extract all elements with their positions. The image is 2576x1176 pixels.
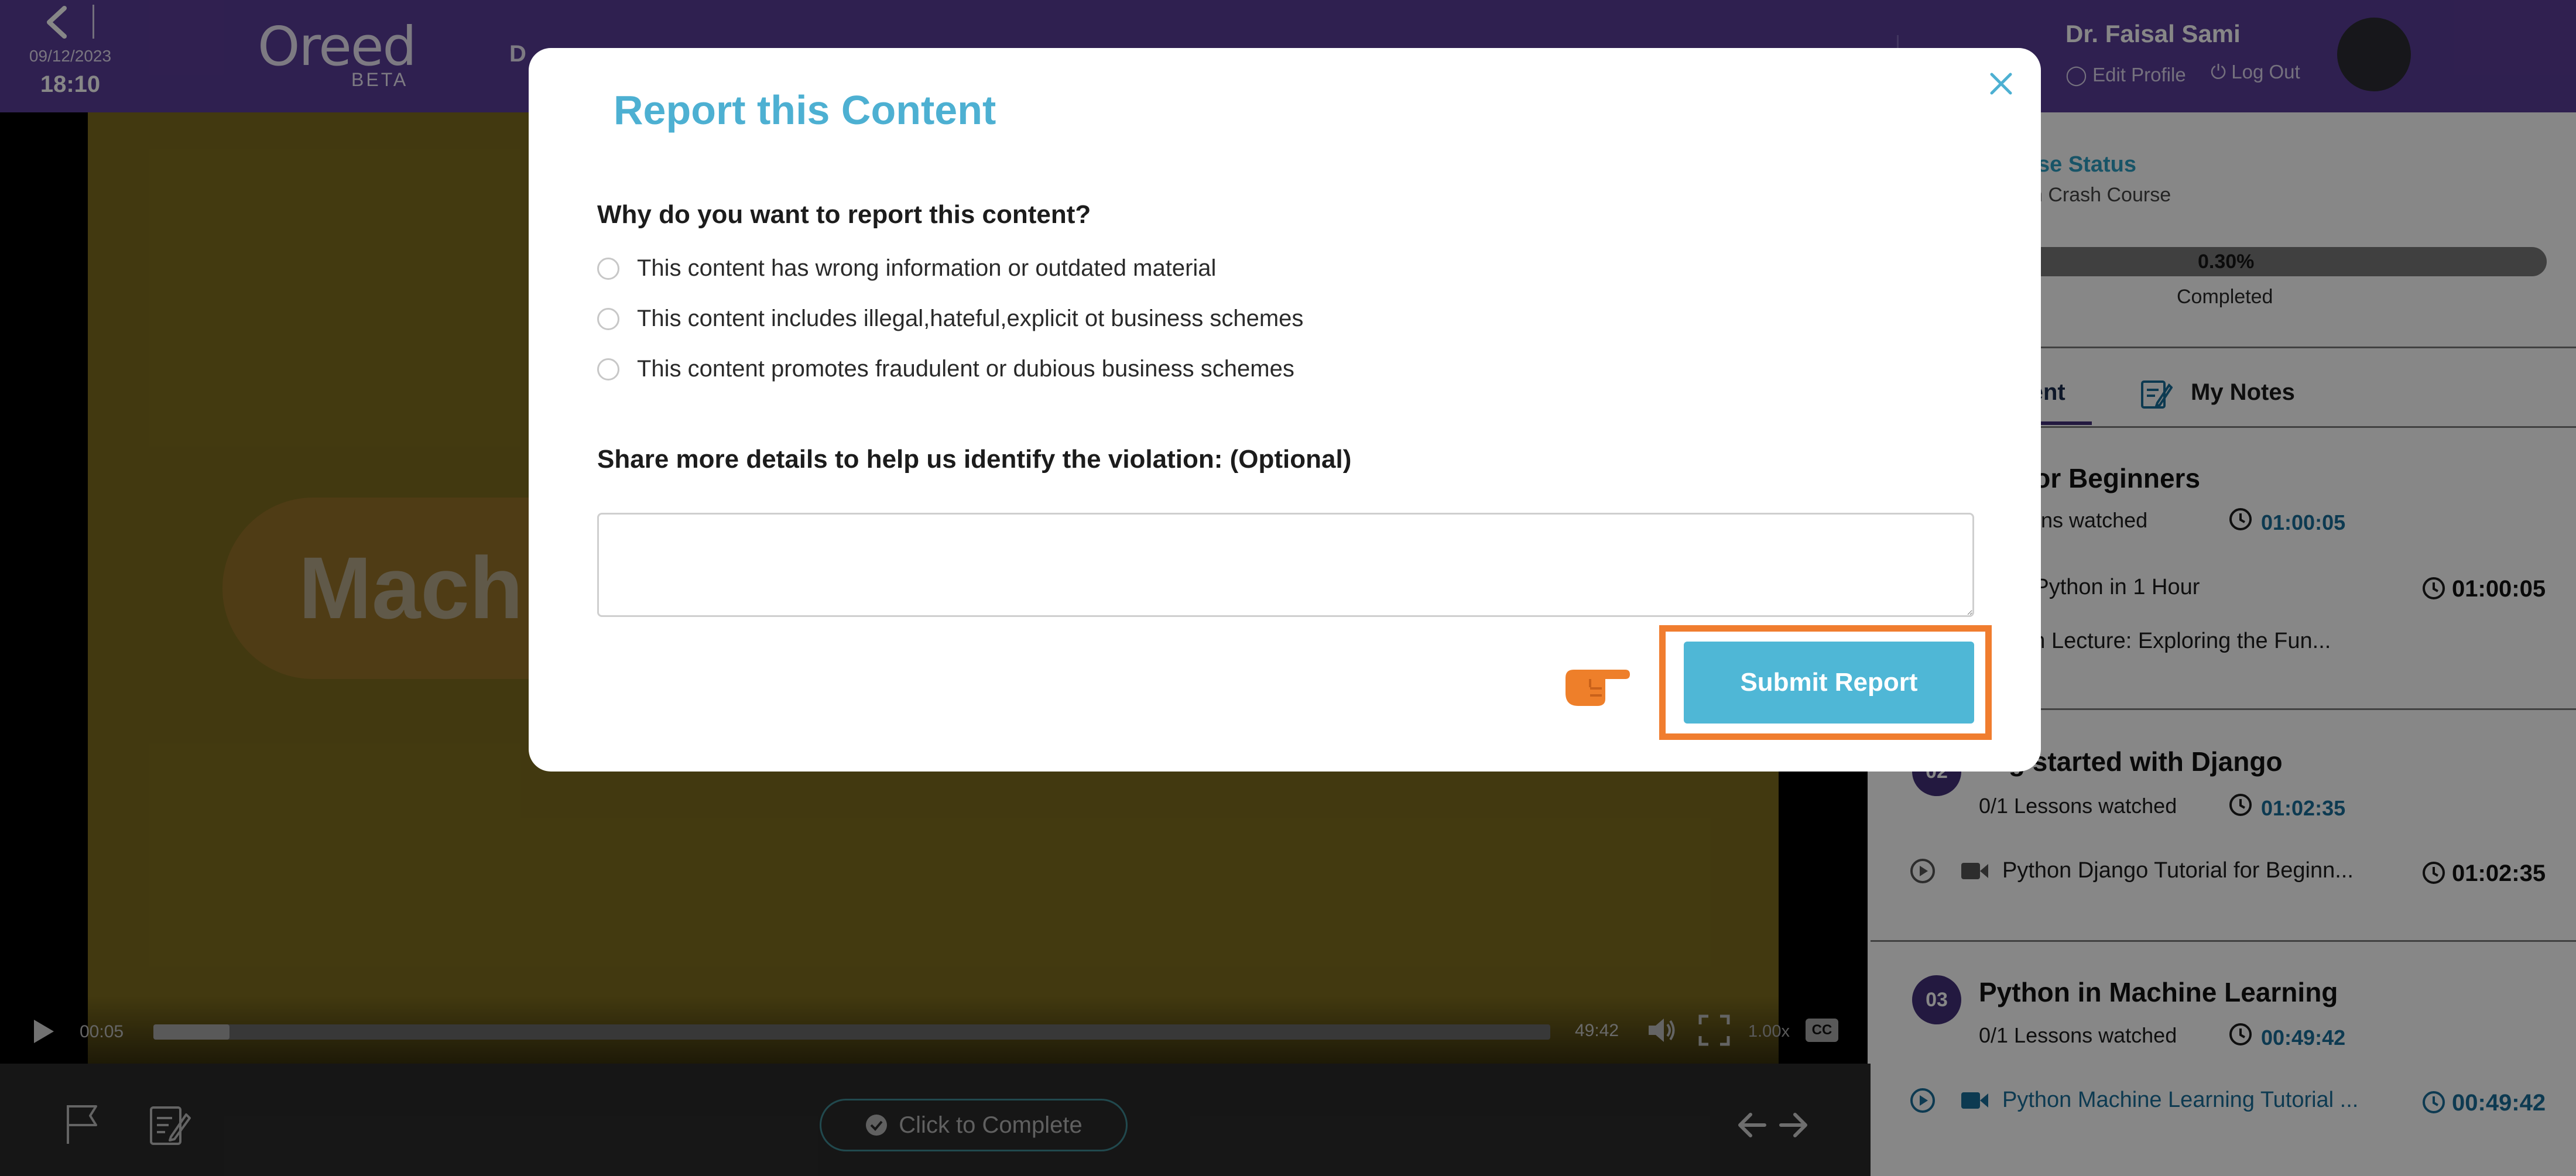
submit-report-button[interactable]: Submit Report <box>1684 642 1974 724</box>
reason-option-label[interactable]: This content has wrong information or ou… <box>637 255 1216 282</box>
details-label: Share more details to help us identify t… <box>597 445 1352 474</box>
reason-radio-1[interactable] <box>597 258 619 280</box>
pointing-hand-icon <box>1566 670 1630 706</box>
reason-radio-2[interactable] <box>597 308 619 330</box>
reason-radio-3[interactable] <box>597 358 619 380</box>
details-textarea[interactable] <box>597 513 1974 617</box>
reason-option-label[interactable]: This content includes illegal,hateful,ex… <box>637 306 1303 332</box>
report-question: Why do you want to report this content? <box>597 200 1091 229</box>
close-icon[interactable] <box>1985 67 2017 100</box>
reason-option-label[interactable]: This content promotes fraudulent or dubi… <box>637 356 1294 382</box>
modal-title: Report this Content <box>614 87 996 133</box>
